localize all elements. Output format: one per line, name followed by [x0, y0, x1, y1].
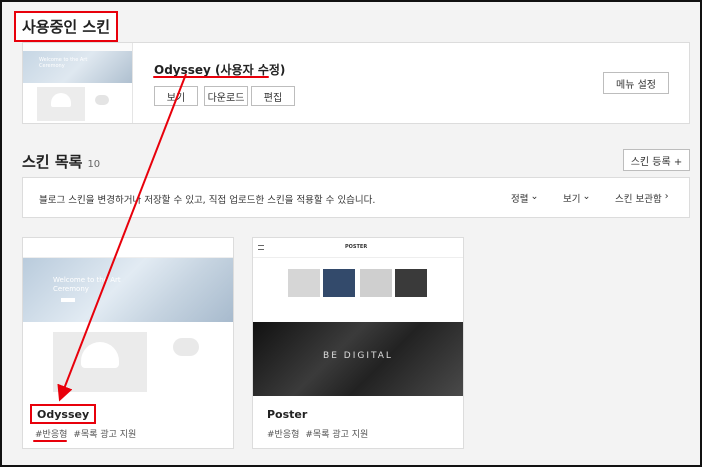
info-bar: 블로그 스킨을 변경하거나 저장할 수 있고, 직접 업로드한 스킨을 적용할 … [22, 177, 690, 218]
odyssey-name: Odyssey [37, 407, 90, 421]
sort-label: 정렬 [511, 194, 529, 205]
current-thumb-hero-text: Welcome to the Art Ceremony [39, 57, 88, 69]
skin-storage-label: 스킨 보관함 [615, 194, 662, 205]
skin-list-title: 스킨 목록 10 [22, 151, 100, 172]
current-skin-card: Welcome to the Art Ceremony Odyssey (사용자… [22, 42, 690, 124]
info-text: 블로그 스킨을 변경하거나 저장할 수 있고, 직접 업로드한 스킨을 적용할 … [39, 195, 376, 206]
register-skin-button[interactable]: 스킨 등록 + [623, 149, 690, 171]
download-button[interactable]: 다운로드 [204, 86, 248, 106]
view-dropdown[interactable]: 보기 ⌄ [563, 191, 590, 205]
odyssey-tag-ads: #목록 광고 지원 [73, 430, 137, 440]
poster-thumbnail[interactable]: POSTER BE DIGITAL [253, 238, 463, 396]
chevron-down-icon: ⌄ [530, 191, 539, 202]
poster-thumb-logo: POSTER [345, 244, 368, 250]
view-button[interactable]: 보기 [154, 86, 198, 106]
chevron-right-icon: › [664, 191, 669, 202]
skin-name-underline [153, 76, 269, 78]
poster-thumb-hero-text: BE DIGITAL [323, 351, 393, 361]
chevron-down-icon: ⌄ [582, 191, 591, 202]
odyssey-name-box: Odyssey [30, 404, 97, 424]
poster-tags: #반응형 #목록 광고 지원 [267, 427, 374, 440]
odyssey-thumbnail[interactable]: Welcome to the Art Ceremony [23, 238, 233, 396]
edit-button[interactable]: 편집 [251, 86, 295, 106]
odyssey-thumb-hero-text: Welcome to the Art Ceremony [53, 276, 121, 293]
odyssey-tag-responsive: #반응형 [35, 430, 68, 440]
poster-name: Poster [267, 408, 308, 421]
menu-settings-button[interactable]: 메뉴 설정 [603, 72, 669, 94]
poster-tag-ads: #목록 광고 지원 [305, 430, 369, 440]
poster-tag-responsive: #반응형 [267, 430, 300, 440]
sort-dropdown[interactable]: 정렬 ⌄ [511, 191, 538, 205]
skin-list-count: 10 [87, 159, 101, 170]
skin-card-odyssey[interactable]: Welcome to the Art Ceremony Odyssey #반응형… [22, 237, 234, 449]
responsive-tag-underline [33, 440, 67, 442]
view-label: 보기 [563, 194, 581, 205]
skin-list-title-text: 스킨 목록 [22, 153, 83, 171]
skin-storage-link[interactable]: 스킨 보관함 › [615, 191, 669, 205]
current-skin-thumbnail[interactable]: Welcome to the Art Ceremony [23, 43, 133, 123]
odyssey-tags: #반응형 #목록 광고 지원 [35, 427, 142, 440]
current-skin-title: 사용중인 스킨 [14, 11, 119, 42]
skin-card-poster[interactable]: POSTER BE DIGITAL Poster #반응형 #목록 광고 지원 [252, 237, 464, 449]
